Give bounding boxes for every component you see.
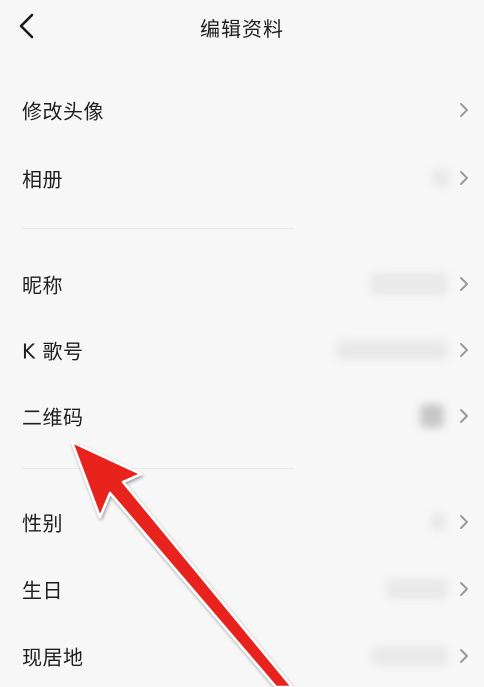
- list-item-gender[interactable]: 性别: [0, 492, 484, 552]
- list-item-label: 修改头像: [22, 99, 104, 124]
- qr-code-thumbnail-blurred: [420, 404, 444, 428]
- chevron-right-icon: [460, 515, 468, 529]
- list-item-birthday[interactable]: 生日: [0, 559, 484, 619]
- blurred-value: [336, 340, 448, 360]
- list-item-label: K 歌号: [22, 339, 84, 364]
- chevron-right-icon: [460, 103, 468, 117]
- chevron-right-icon: [460, 171, 468, 185]
- list-item-k-song-id[interactable]: K 歌号: [0, 320, 484, 380]
- section-divider: [22, 228, 294, 229]
- chevron-right-icon: [460, 649, 468, 663]
- blurred-value: [370, 273, 448, 295]
- list-item-label: 相册: [22, 167, 63, 192]
- list-item-change-avatar[interactable]: 修改头像: [0, 80, 484, 140]
- section-divider: [22, 468, 294, 469]
- blurred-value: [432, 169, 450, 187]
- list-item-label: 性别: [22, 511, 63, 536]
- blurred-value: [430, 513, 446, 531]
- list-item-label: 生日: [22, 578, 63, 603]
- list-item-nickname[interactable]: 昵称: [0, 254, 484, 314]
- list-item-label: 昵称: [22, 273, 63, 298]
- chevron-right-icon: [460, 409, 468, 423]
- list-item-label: 现居地: [22, 645, 84, 670]
- list-item-label: 二维码: [22, 405, 84, 430]
- chevron-right-icon: [460, 277, 468, 291]
- chevron-right-icon: [460, 343, 468, 357]
- blurred-value: [372, 646, 448, 666]
- blurred-value: [386, 579, 448, 599]
- list-item-location[interactable]: 现居地: [0, 626, 484, 686]
- top-bar: 编辑资料: [0, 0, 484, 56]
- chevron-right-icon: [460, 582, 468, 596]
- list-item-album[interactable]: 相册: [0, 148, 484, 208]
- page-title: 编辑资料: [200, 17, 284, 41]
- list-item-qr-code[interactable]: 二维码: [0, 386, 484, 446]
